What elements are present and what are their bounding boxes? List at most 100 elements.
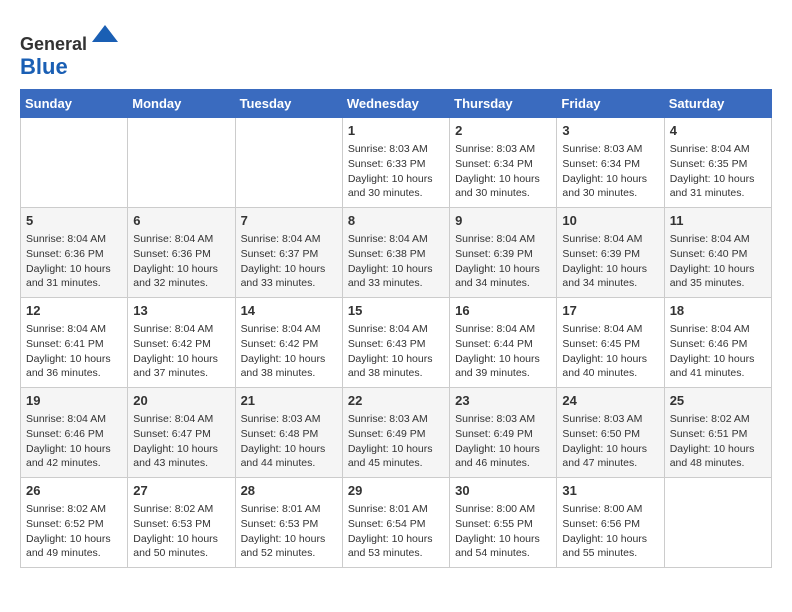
calendar-cell: 27 Sunrise: 8:02 AM Sunset: 6:53 PM Dayli…: [128, 477, 235, 567]
logo: General Blue: [20, 20, 120, 79]
day-number: 14: [241, 302, 337, 320]
day-info: Sunrise: 8:03 AM Sunset: 6:49 PM Dayligh…: [455, 412, 551, 471]
day-info: Sunrise: 8:02 AM Sunset: 6:53 PM Dayligh…: [133, 502, 229, 561]
calendar-cell: 30 Sunrise: 8:00 AM Sunset: 6:55 PM Dayli…: [450, 477, 557, 567]
calendar-cell: [235, 117, 342, 207]
day-info: Sunrise: 8:04 AM Sunset: 6:44 PM Dayligh…: [455, 322, 551, 381]
calendar-cell: 13 Sunrise: 8:04 AM Sunset: 6:42 PM Dayli…: [128, 297, 235, 387]
calendar-cell: 20Sunrise: 8:04 AM Sunset: 6:47 PM Dayli…: [128, 387, 235, 477]
weekday-header-thursday: Thursday: [450, 89, 557, 117]
logo-text: General Blue: [20, 20, 120, 79]
day-number: 6: [133, 212, 229, 230]
day-number: 11: [670, 212, 766, 230]
day-number: 4: [670, 122, 766, 140]
day-info: Sunrise: 8:02 AM Sunset: 6:51 PM Dayligh…: [670, 412, 766, 471]
day-info: Sunrise: 8:04 AM Sunset: 6:35 PM Dayligh…: [670, 142, 766, 201]
day-info: Sunrise: 8:00 AM Sunset: 6:56 PM Dayligh…: [562, 502, 658, 561]
day-info: Sunrise: 8:04 AM Sunset: 6:36 PM Dayligh…: [133, 232, 229, 291]
calendar-cell: 3 Sunrise: 8:03 AM Sunset: 6:34 PM Daylig…: [557, 117, 664, 207]
calendar-cell: 21 Sunrise: 8:03 AM Sunset: 6:48 PM Dayli…: [235, 387, 342, 477]
calendar-week-row: 19 Sunrise: 8:04 AM Sunset: 6:46 PM Dayli…: [21, 387, 772, 477]
day-info: Sunrise: 8:02 AM Sunset: 6:52 PM Dayligh…: [26, 502, 122, 561]
page-header: General Blue: [20, 20, 772, 79]
calendar-table: SundayMondayTuesdayWednesdayThursdayFrid…: [20, 89, 772, 568]
calendar-cell: 29 Sunrise: 8:01 AM Sunset: 6:54 PM Dayli…: [342, 477, 449, 567]
calendar-week-row: 5 Sunrise: 8:04 AM Sunset: 6:36 PM Daylig…: [21, 207, 772, 297]
day-number: 10: [562, 212, 658, 230]
day-info: Sunrise: 8:04 AM Sunset: 6:45 PM Dayligh…: [562, 322, 658, 381]
day-info: Sunrise: 8:04 AM Sunset: 6:36 PM Dayligh…: [26, 232, 122, 291]
day-number: 26: [26, 482, 122, 500]
day-number: 27: [133, 482, 229, 500]
day-number: 1: [348, 122, 444, 140]
weekday-header-wednesday: Wednesday: [342, 89, 449, 117]
day-info: Sunrise: 8:04 AM Sunset: 6:46 PM Dayligh…: [670, 322, 766, 381]
calendar-cell: 11Sunrise: 8:04 AM Sunset: 6:40 PM Dayli…: [664, 207, 771, 297]
day-info: Sunrise: 8:04 AM Sunset: 6:38 PM Dayligh…: [348, 232, 444, 291]
day-info: Sunrise: 8:04 AM Sunset: 6:43 PM Dayligh…: [348, 322, 444, 381]
calendar-cell: 16 Sunrise: 8:04 AM Sunset: 6:44 PM Dayli…: [450, 297, 557, 387]
day-number: 28: [241, 482, 337, 500]
day-info: Sunrise: 8:04 AM Sunset: 6:42 PM Dayligh…: [133, 322, 229, 381]
day-number: 12: [26, 302, 122, 320]
calendar-week-row: 26 Sunrise: 8:02 AM Sunset: 6:52 PM Dayli…: [21, 477, 772, 567]
day-info: Sunrise: 8:03 AM Sunset: 6:49 PM Dayligh…: [348, 412, 444, 471]
day-number: 30: [455, 482, 551, 500]
day-number: 18: [670, 302, 766, 320]
logo-general: General: [20, 34, 87, 54]
calendar-body: 1 Sunrise: 8:03 AM Sunset: 6:33 PM Daylig…: [21, 117, 772, 567]
day-info: Sunrise: 8:00 AM Sunset: 6:55 PM Dayligh…: [455, 502, 551, 561]
logo-icon: [90, 20, 120, 50]
day-number: 7: [241, 212, 337, 230]
day-number: 19: [26, 392, 122, 410]
weekday-header-friday: Friday: [557, 89, 664, 117]
calendar-cell: 28 Sunrise: 8:01 AM Sunset: 6:53 PM Dayli…: [235, 477, 342, 567]
day-number: 21: [241, 392, 337, 410]
day-number: 3: [562, 122, 658, 140]
calendar-cell: 19 Sunrise: 8:04 AM Sunset: 6:46 PM Dayli…: [21, 387, 128, 477]
day-number: 13: [133, 302, 229, 320]
calendar-cell: [21, 117, 128, 207]
day-number: 2: [455, 122, 551, 140]
day-info: Sunrise: 8:04 AM Sunset: 6:37 PM Dayligh…: [241, 232, 337, 291]
day-number: 5: [26, 212, 122, 230]
calendar-cell: 7 Sunrise: 8:04 AM Sunset: 6:37 PM Daylig…: [235, 207, 342, 297]
day-info: Sunrise: 8:01 AM Sunset: 6:54 PM Dayligh…: [348, 502, 444, 561]
calendar-cell: 25 Sunrise: 8:02 AM Sunset: 6:51 PM Dayli…: [664, 387, 771, 477]
day-number: 15: [348, 302, 444, 320]
calendar-cell: 12Sunrise: 8:04 AM Sunset: 6:41 PM Dayli…: [21, 297, 128, 387]
day-number: 9: [455, 212, 551, 230]
weekday-header-row: SundayMondayTuesdayWednesdayThursdayFrid…: [21, 89, 772, 117]
calendar-cell: 24 Sunrise: 8:03 AM Sunset: 6:50 PM Dayli…: [557, 387, 664, 477]
day-info: Sunrise: 8:04 AM Sunset: 6:47 PM Dayligh…: [133, 412, 229, 471]
calendar-cell: 5 Sunrise: 8:04 AM Sunset: 6:36 PM Daylig…: [21, 207, 128, 297]
day-number: 29: [348, 482, 444, 500]
day-number: 8: [348, 212, 444, 230]
weekday-header-saturday: Saturday: [664, 89, 771, 117]
day-info: Sunrise: 8:03 AM Sunset: 6:33 PM Dayligh…: [348, 142, 444, 201]
day-info: Sunrise: 8:03 AM Sunset: 6:50 PM Dayligh…: [562, 412, 658, 471]
calendar-week-row: 12Sunrise: 8:04 AM Sunset: 6:41 PM Dayli…: [21, 297, 772, 387]
day-info: Sunrise: 8:04 AM Sunset: 6:39 PM Dayligh…: [455, 232, 551, 291]
day-info: Sunrise: 8:03 AM Sunset: 6:48 PM Dayligh…: [241, 412, 337, 471]
day-info: Sunrise: 8:01 AM Sunset: 6:53 PM Dayligh…: [241, 502, 337, 561]
day-info: Sunrise: 8:03 AM Sunset: 6:34 PM Dayligh…: [562, 142, 658, 201]
day-number: 25: [670, 392, 766, 410]
day-info: Sunrise: 8:04 AM Sunset: 6:39 PM Dayligh…: [562, 232, 658, 291]
day-info: Sunrise: 8:03 AM Sunset: 6:34 PM Dayligh…: [455, 142, 551, 201]
calendar-cell: 18 Sunrise: 8:04 AM Sunset: 6:46 PM Dayli…: [664, 297, 771, 387]
calendar-cell: 2 Sunrise: 8:03 AM Sunset: 6:34 PM Daylig…: [450, 117, 557, 207]
day-number: 22: [348, 392, 444, 410]
calendar-cell: 26 Sunrise: 8:02 AM Sunset: 6:52 PM Dayli…: [21, 477, 128, 567]
day-info: Sunrise: 8:04 AM Sunset: 6:46 PM Dayligh…: [26, 412, 122, 471]
day-number: 16: [455, 302, 551, 320]
weekday-header-monday: Monday: [128, 89, 235, 117]
calendar-cell: 23Sunrise: 8:03 AM Sunset: 6:49 PM Dayli…: [450, 387, 557, 477]
calendar-cell: 15 Sunrise: 8:04 AM Sunset: 6:43 PM Dayli…: [342, 297, 449, 387]
weekday-header-tuesday: Tuesday: [235, 89, 342, 117]
calendar-cell: 9 Sunrise: 8:04 AM Sunset: 6:39 PM Daylig…: [450, 207, 557, 297]
day-number: 24: [562, 392, 658, 410]
weekday-header-sunday: Sunday: [21, 89, 128, 117]
day-info: Sunrise: 8:04 AM Sunset: 6:42 PM Dayligh…: [241, 322, 337, 381]
logo-blue: Blue: [20, 54, 68, 79]
